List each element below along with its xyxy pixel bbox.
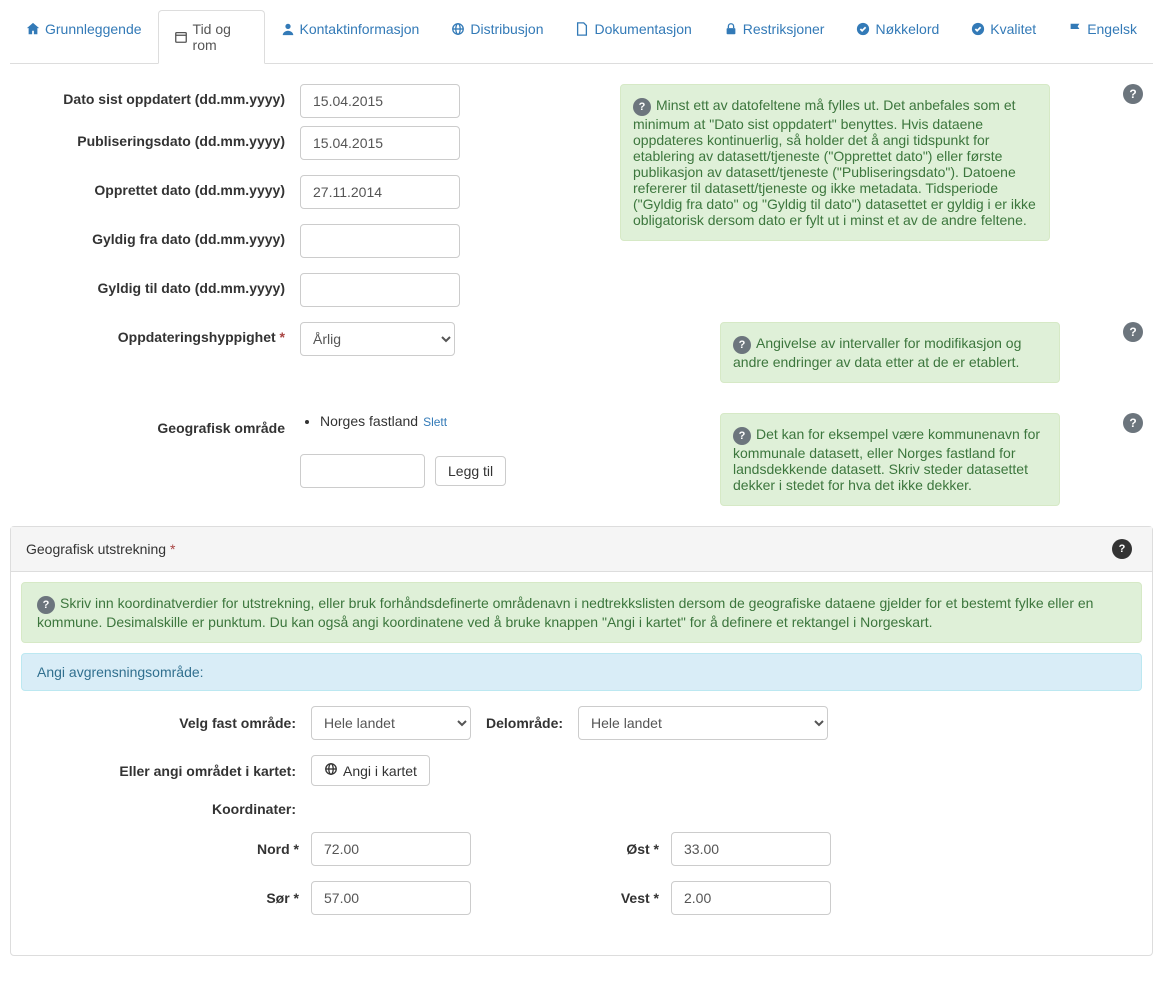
input-publiseringsdato[interactable] bbox=[300, 126, 460, 160]
question-icon: ? bbox=[37, 596, 55, 614]
help-toggle-icon[interactable]: ? bbox=[1123, 413, 1143, 433]
help-toggle-icon[interactable]: ? bbox=[1123, 322, 1143, 342]
tab-label: Dokumentasjon bbox=[594, 21, 691, 37]
add-geo-area-button[interactable]: Legg til bbox=[435, 456, 506, 486]
input-sor[interactable] bbox=[311, 881, 471, 915]
label-velg-fast-omrade: Velg fast område: bbox=[31, 715, 311, 731]
label-publiseringsdato: Publiseringsdato (dd.mm.yyyy) bbox=[20, 126, 300, 149]
panel-title: Geografisk utstrekning bbox=[26, 541, 166, 557]
tab-label: Kvalitet bbox=[990, 21, 1036, 37]
tab-label: Nøkkelord bbox=[875, 21, 939, 37]
tab-label: Grunnleggende bbox=[45, 21, 142, 37]
select-delomrade[interactable]: Hele landet bbox=[578, 706, 828, 740]
panel-heading: Geografisk utstrekning * ? bbox=[11, 527, 1152, 572]
label-gyldig-til: Gyldig til dato (dd.mm.yyyy) bbox=[20, 273, 300, 296]
flag-icon bbox=[1068, 22, 1082, 36]
input-gyldig-fra[interactable] bbox=[300, 224, 460, 258]
input-gyldig-til[interactable] bbox=[300, 273, 460, 307]
tab-label: Engelsk bbox=[1087, 21, 1137, 37]
map-define-button[interactable]: Angi i kartet bbox=[311, 755, 430, 786]
input-opprettet-dato[interactable] bbox=[300, 175, 460, 209]
tab-grunnleggende[interactable]: Grunnleggende bbox=[10, 10, 158, 48]
label-opprettet-dato: Opprettet dato (dd.mm.yyyy) bbox=[20, 175, 300, 198]
lock-icon bbox=[724, 22, 738, 36]
tab-label: Tid og rom bbox=[193, 21, 249, 53]
calendar-icon bbox=[174, 30, 188, 44]
label-vest: Vest * bbox=[591, 890, 671, 906]
user-icon bbox=[281, 22, 295, 36]
globe-icon bbox=[451, 22, 465, 36]
label-eller-angi: Eller angi området i kartet: bbox=[31, 763, 311, 779]
label-delomrade: Delområde: bbox=[486, 715, 563, 731]
tab-label: Restriksjoner bbox=[743, 21, 825, 37]
tab-label: Distribusjon bbox=[470, 21, 543, 37]
label-ost: Øst * bbox=[591, 841, 671, 857]
tab-kvalitet[interactable]: Kvalitet bbox=[955, 10, 1052, 48]
home-icon bbox=[26, 22, 40, 36]
sub-heading-avgrensning: Angi avgrensningsområde: bbox=[21, 653, 1142, 691]
tab-engelsk[interactable]: Engelsk bbox=[1052, 10, 1153, 48]
help-toggle-icon[interactable]: ? bbox=[1112, 539, 1132, 559]
label-gyldig-fra: Gyldig fra dato (dd.mm.yyyy) bbox=[20, 224, 300, 247]
help-text: Skriv inn koordinatverdier for utstrekni… bbox=[37, 595, 1093, 630]
tab-label: Kontaktinformasjon bbox=[300, 21, 420, 37]
tab-dokumentasjon[interactable]: Dokumentasjon bbox=[559, 10, 707, 48]
help-dates: ?Minst ett av datofeltene må fylles ut. … bbox=[620, 84, 1050, 241]
label-oppdateringshyppighet: Oppdateringshyppighet * bbox=[20, 322, 300, 345]
question-icon: ? bbox=[733, 427, 751, 445]
question-icon: ? bbox=[633, 98, 651, 116]
tab-tid-og-rom[interactable]: Tid og rom bbox=[158, 10, 265, 64]
label-koordinater: Koordinater: bbox=[31, 801, 311, 817]
check-circle-icon bbox=[971, 22, 985, 36]
select-fast-omrade[interactable]: Hele landet bbox=[311, 706, 471, 740]
panel-geographic-extent: Geografisk utstrekning * ? ?Skriv inn ko… bbox=[10, 526, 1153, 956]
select-oppdateringshyppighet[interactable]: Årlig bbox=[300, 322, 455, 356]
help-geo: ?Det kan for eksempel være kommunenavn f… bbox=[720, 413, 1060, 506]
check-circle-icon bbox=[856, 22, 870, 36]
input-vest[interactable] bbox=[671, 881, 831, 915]
help-text: Det kan for eksempel være kommunenavn fo… bbox=[733, 426, 1040, 493]
tab-restriksjoner[interactable]: Restriksjoner bbox=[708, 10, 841, 48]
input-dato-sist-oppdatert[interactable] bbox=[300, 84, 460, 118]
input-nord[interactable] bbox=[311, 832, 471, 866]
help-text: Minst ett av datofeltene må fylles ut. D… bbox=[633, 97, 1036, 228]
label-dato-sist-oppdatert: Dato sist oppdatert (dd.mm.yyyy) bbox=[20, 84, 300, 107]
tab-nokkelord[interactable]: Nøkkelord bbox=[840, 10, 955, 48]
help-text: Angivelse av intervaller for modifikasjo… bbox=[733, 335, 1021, 370]
globe-icon bbox=[324, 762, 338, 779]
question-icon: ? bbox=[733, 336, 751, 354]
geo-area-item: Norges fastlandSlett bbox=[320, 413, 447, 429]
tab-kontaktinformasjon[interactable]: Kontaktinformasjon bbox=[265, 10, 436, 48]
label-geografisk-omrade: Geografisk område bbox=[20, 413, 300, 436]
help-toggle-icon[interactable]: ? bbox=[1123, 84, 1143, 104]
tab-distribusjon[interactable]: Distribusjon bbox=[435, 10, 559, 48]
delete-geo-area-link[interactable]: Slett bbox=[423, 415, 447, 429]
button-label: Angi i kartet bbox=[343, 763, 417, 779]
help-frequency: ?Angivelse av intervaller for modifikasj… bbox=[720, 322, 1060, 383]
document-icon bbox=[575, 22, 589, 36]
label-sor: Sør * bbox=[31, 890, 311, 906]
geo-area-list: Norges fastlandSlett bbox=[300, 413, 447, 429]
input-geo-area[interactable] bbox=[300, 454, 425, 488]
main-tabs: Grunnleggende Tid og rom Kontaktinformas… bbox=[10, 10, 1153, 64]
help-extent: ?Skriv inn koordinatverdier for utstrekn… bbox=[21, 582, 1142, 643]
label-nord: Nord * bbox=[31, 841, 311, 857]
input-ost[interactable] bbox=[671, 832, 831, 866]
